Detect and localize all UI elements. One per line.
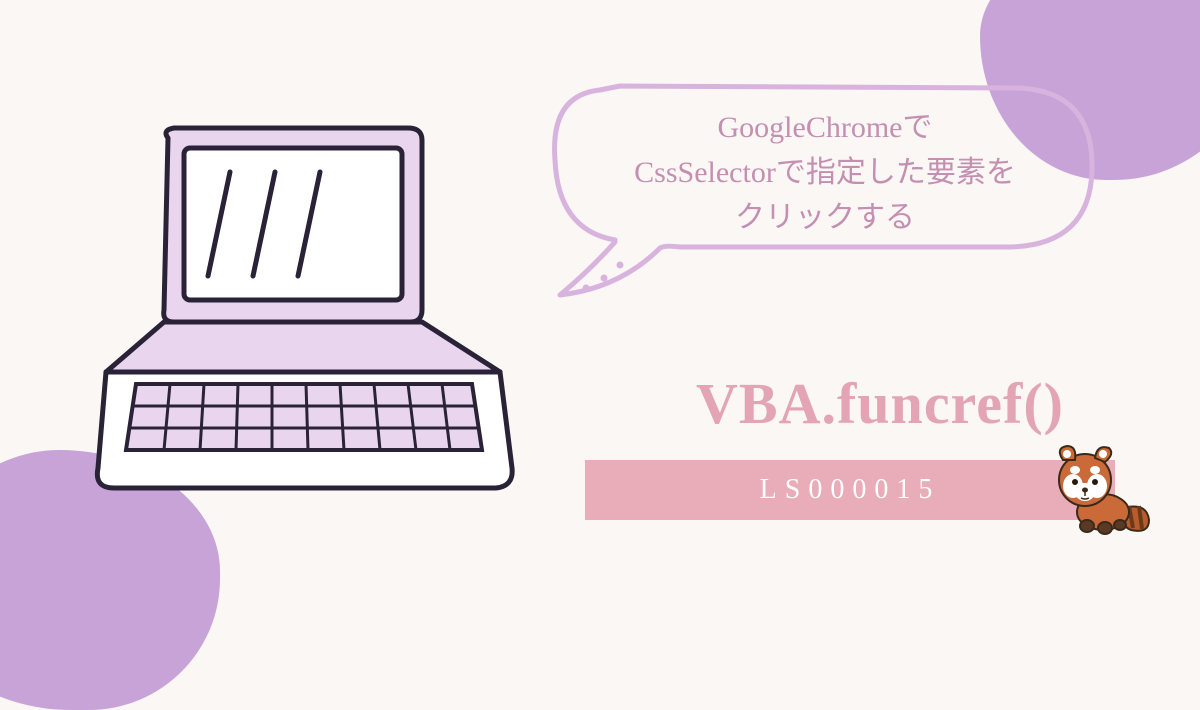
red-panda-mascot-icon (1045, 430, 1155, 540)
code-label: LS000015 (760, 474, 941, 506)
bubble-line-3: クリックする (560, 195, 1090, 240)
laptop-icon (80, 110, 520, 530)
bubble-text: GoogleChromeで CssSelectorで指定した要素を クリックする (560, 105, 1090, 240)
bubble-line-2: CssSelectorで指定した要素を (560, 150, 1090, 195)
bubble-line-1: GoogleChromeで (560, 105, 1090, 150)
main-title: VBA.funcref() (600, 370, 1160, 437)
code-bar: LS000015 (585, 460, 1115, 520)
